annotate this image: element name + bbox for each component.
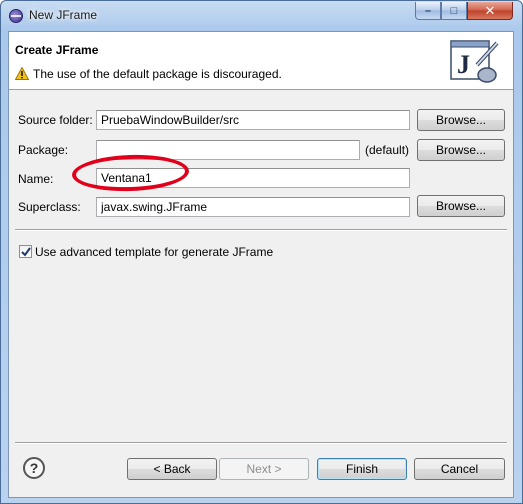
default-package-label: (default) (365, 143, 410, 157)
next-button[interactable]: Next > (219, 458, 309, 480)
new-jframe-window: New JFrame – □ ✕ Create JFrame The use o… (0, 0, 523, 504)
maximize-button[interactable]: □ (441, 2, 467, 20)
eclipse-icon (9, 9, 23, 23)
separator (15, 229, 507, 231)
warning-message: The use of the default package is discou… (33, 67, 282, 81)
source-folder-label: Source folder: (18, 113, 93, 127)
name-field[interactable] (96, 168, 410, 188)
superclass-label: Superclass: (18, 200, 81, 214)
source-folder-browse-button[interactable]: Browse... (417, 109, 505, 131)
back-button[interactable]: < Back (127, 458, 217, 480)
help-icon[interactable]: ? (23, 457, 45, 479)
package-field[interactable] (96, 140, 360, 160)
package-label: Package: (18, 143, 69, 157)
warning-icon (15, 67, 29, 80)
name-label: Name: (18, 172, 54, 186)
close-button[interactable]: ✕ (467, 2, 513, 20)
window-title: New JFrame (29, 8, 98, 22)
title-bar[interactable]: New JFrame – □ ✕ (1, 1, 522, 31)
dialog-body: Create JFrame The use of the default pac… (8, 31, 514, 498)
advanced-template-checkbox[interactable] (19, 245, 32, 258)
footer-separator (15, 442, 507, 444)
superclass-field[interactable] (96, 197, 410, 217)
package-browse-button[interactable]: Browse... (417, 139, 505, 161)
finish-button[interactable]: Finish (317, 458, 407, 480)
source-folder-field[interactable] (96, 110, 410, 130)
page-title: Create JFrame (15, 43, 99, 57)
minimize-button[interactable]: – (415, 2, 441, 20)
checkmark-icon (21, 247, 31, 257)
superclass-browse-button[interactable]: Browse... (417, 195, 505, 217)
advanced-template-label[interactable]: Use advanced template for generate JFram… (35, 245, 273, 259)
wizard-banner: Create JFrame The use of the default pac… (9, 32, 513, 90)
cancel-button[interactable]: Cancel (414, 458, 505, 480)
svg-text:J: J (457, 50, 470, 79)
jframe-wizard-icon: J (450, 40, 499, 83)
